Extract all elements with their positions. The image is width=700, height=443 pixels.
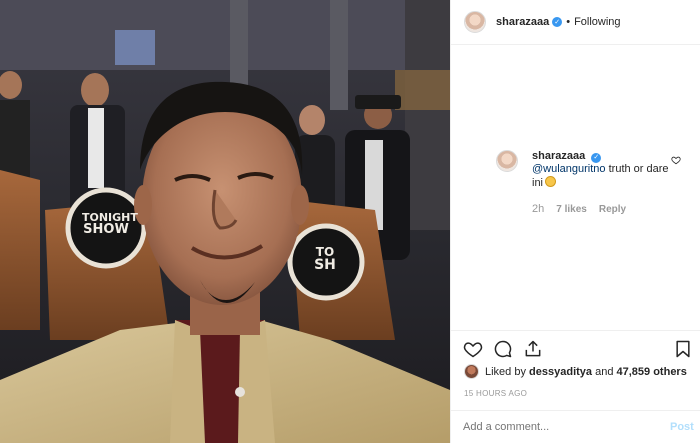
reply-button[interactable]: Reply xyxy=(599,204,626,215)
post-photo[interactable]: TONIGHT SHOW TO SH xyxy=(0,0,450,443)
add-comment-input[interactable] xyxy=(463,421,653,433)
comment: sharazaaa ✓ @wulanguritno truth or dare … xyxy=(532,150,672,190)
comment-meta: 2h 7 likes Reply xyxy=(532,203,626,215)
post-button[interactable]: Post xyxy=(670,421,694,433)
liker-avatar[interactable] xyxy=(464,364,479,379)
verified-badge-icon: ✓ xyxy=(591,152,602,163)
header-username[interactable]: sharazaaa xyxy=(496,16,549,28)
liker-username[interactable]: dessyaditya xyxy=(529,366,592,378)
comment-avatar[interactable] xyxy=(496,150,518,172)
following-button[interactable]: Following xyxy=(574,16,620,28)
comment-icon[interactable] xyxy=(493,339,513,359)
sign-right-line2: SH xyxy=(314,257,336,273)
heart-icon[interactable] xyxy=(463,339,483,359)
liked-and: and xyxy=(595,365,614,378)
selfie-image xyxy=(0,0,450,443)
post-timestamp[interactable]: 15 HOURS AGO xyxy=(464,389,527,398)
liked-by-prefix: Liked by xyxy=(485,365,526,378)
comment-likes[interactable]: 7 likes xyxy=(556,204,587,215)
avatar[interactable] xyxy=(464,11,486,33)
likes-count[interactable]: 47,859 others xyxy=(617,366,687,378)
action-bar xyxy=(463,339,693,361)
share-icon[interactable] xyxy=(523,339,543,359)
comment-time[interactable]: 2h xyxy=(532,203,544,215)
sign-right-text: TO SH xyxy=(310,246,340,273)
comment-username[interactable]: sharazaaa xyxy=(532,150,585,162)
separator-dot: • xyxy=(566,16,571,28)
comment-mention[interactable]: @wulanguritno xyxy=(532,163,606,175)
comment-like-heart-icon[interactable] xyxy=(671,155,681,165)
post-header: sharazaaa ✓ • Following xyxy=(451,0,700,45)
grinning-emoji-icon xyxy=(545,176,557,187)
bookmark-icon[interactable] xyxy=(673,339,693,359)
actions-divider xyxy=(451,330,700,331)
sign-left-text: TONIGHT SHOW xyxy=(82,212,138,237)
liked-by: Liked by dessyaditya and 47,859 others xyxy=(464,364,687,379)
verified-badge-icon: ✓ xyxy=(552,17,563,27)
post-sidebar: sharazaaa ✓ • Following sharazaaa ✓ @wul… xyxy=(450,0,700,443)
sign-left-line2: SHOW xyxy=(83,222,129,237)
